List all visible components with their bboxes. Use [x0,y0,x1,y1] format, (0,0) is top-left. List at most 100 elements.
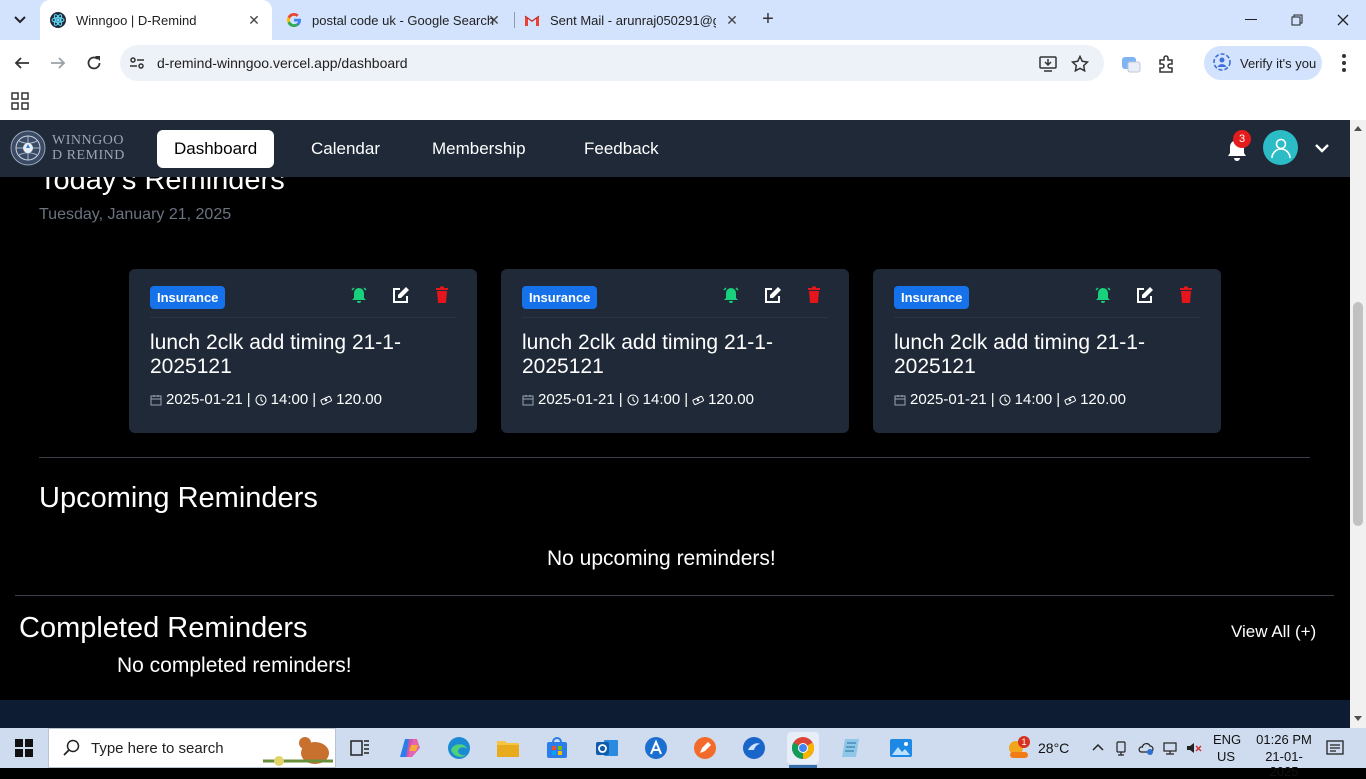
outlook-app[interactable] [591,732,623,764]
nav-feedback[interactable]: Feedback [567,130,676,168]
chevron-up-icon[interactable] [1090,740,1106,756]
windows-logo-icon [15,739,33,757]
reminder-card[interactable]: Insurance lunch 2clk add timing 21-1-202… [501,269,849,433]
start-button[interactable] [0,728,48,768]
tab-google-search[interactable]: postal code uk - Google Search ✕ [276,0,512,40]
onedrive-sync-icon[interactable] [1138,740,1154,756]
edge-app[interactable] [443,732,475,764]
winngoo-logo-icon[interactable] [10,130,46,166]
logo-line-1: WINNGOO [52,133,124,148]
meta-separator: | [684,391,689,408]
reload-button[interactable] [78,47,110,79]
react-favicon-icon [50,12,66,28]
browser-menu-icon[interactable] [1334,52,1354,74]
reminder-amount: 120.00 [336,391,382,408]
delete-icon[interactable] [805,286,823,304]
chevron-down-icon[interactable] [1314,142,1330,154]
user-avatar[interactable] [1263,130,1298,165]
tab-title: Sent Mail - arunraj050291@gm [550,12,716,28]
tab-search-button[interactable] [8,8,32,32]
tab-gmail[interactable]: Sent Mail - arunraj050291@gm ✕ [514,0,750,40]
search-highlight-icon [263,737,333,766]
install-app-icon[interactable] [1038,54,1058,74]
verify-identity-button[interactable]: Verify it's you [1204,46,1322,80]
view-all-link[interactable]: View All (+) [1231,622,1316,642]
back-button[interactable] [6,47,38,79]
money-icon [692,395,705,405]
scroll-down-icon[interactable] [1354,716,1362,721]
edit-icon[interactable] [764,286,782,304]
restore-button[interactable] [1274,0,1320,40]
reminder-card[interactable]: Insurance lunch 2clk add timing 21-1-202… [873,269,1221,433]
meta-separator: | [1056,391,1061,408]
close-tab-icon[interactable]: ✕ [246,12,262,28]
copilot-app[interactable] [394,732,426,764]
scroll-up-icon[interactable] [1354,126,1362,131]
meta-separator: | [990,391,995,408]
taskbar-search-box[interactable]: Type here to search [48,728,336,768]
card-divider [894,317,1200,318]
calendar-icon [522,394,534,405]
alarm-bell-icon[interactable] [722,286,740,304]
reminder-card[interactable]: Insurance lunch 2clk add timing 21-1-202… [129,269,477,433]
scroll-thumb[interactable] [1353,302,1363,526]
minimize-button[interactable] [1228,0,1274,40]
close-tab-icon[interactable]: ✕ [724,12,740,28]
nav-membership[interactable]: Membership [415,130,543,168]
new-tab-button[interactable]: + [756,8,780,32]
task-view-button[interactable] [344,732,376,764]
clock[interactable]: 01:26 PM 21-01-2025 [1254,732,1314,779]
tool-app[interactable] [738,732,770,764]
reminder-time: 14:00 [642,391,681,408]
notepad-app[interactable] [836,732,868,764]
reminder-meta: 2025-01-21 | 14:00 | 120.00 [150,391,382,408]
task-view-icon [350,740,369,756]
logo-line-2: D REMIND [52,148,125,163]
reminder-date: 2025-01-21 [166,391,243,408]
edit-icon[interactable] [1136,286,1154,304]
language-indicator[interactable]: ENG US [1213,732,1241,764]
forward-button[interactable] [42,47,74,79]
notification-center-icon[interactable] [1326,739,1344,757]
page-scrollbar[interactable] [1350,120,1366,728]
temperature-text[interactable]: 28°C [1038,740,1069,756]
apps-grid-icon[interactable] [11,92,29,110]
meet-now-icon[interactable] [1114,740,1130,756]
network-icon[interactable] [1162,740,1178,756]
chrome-app[interactable] [787,732,819,768]
bookmark-star-icon[interactable] [1070,54,1090,74]
edit-icon[interactable] [392,286,410,304]
alarm-bell-icon[interactable] [350,286,368,304]
close-tab-icon[interactable]: ✕ [486,12,502,28]
extensions-icon[interactable] [1156,53,1178,75]
volume-muted-icon[interactable] [1186,740,1202,756]
reminder-meta: 2025-01-21 | 14:00 | 120.00 [522,391,754,408]
address-bar[interactable]: d-remind-winngoo.vercel.app/dashboard [120,45,1104,81]
clock-icon [255,394,267,405]
section-divider [39,457,1310,458]
photos-app[interactable] [885,732,917,764]
pencil-app[interactable] [689,732,721,764]
delete-icon[interactable] [1177,286,1195,304]
meta-separator: | [246,391,251,408]
reminder-time: 14:00 [270,391,309,408]
alarm-bell-icon[interactable] [1094,286,1112,304]
file-explorer-app[interactable] [492,732,524,764]
nav-dashboard[interactable]: Dashboard [157,130,275,168]
user-icon [1270,138,1291,158]
nav-calendar[interactable]: Calendar [294,130,397,168]
app-installer-app[interactable] [640,732,672,764]
edge-icon [448,737,470,759]
delete-icon[interactable] [433,286,451,304]
minimize-icon [1245,19,1257,20]
app-navbar: WINNGOO D REMIND Dashboard Calendar Memb… [0,120,1350,177]
tab-d-remind[interactable]: Winngoo | D-Remind ✕ [40,0,272,40]
section-divider [15,595,1334,596]
tab-title: postal code uk - Google Search [312,12,495,28]
store-app[interactable] [541,732,573,764]
reminder-title: lunch 2clk add timing 21-1-2025121 [150,331,401,378]
copilot-extension-icon[interactable] [1120,53,1142,75]
weather-alert-badge: 1 [1018,736,1030,748]
close-window-button[interactable] [1320,0,1366,40]
site-settings-icon[interactable] [129,55,145,71]
